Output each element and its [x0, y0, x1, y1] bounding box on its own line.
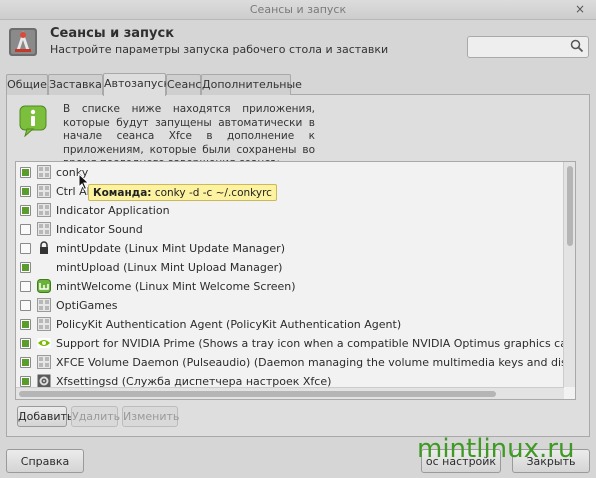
autostart-row[interactable]: OptiGames — [16, 296, 564, 315]
lock-icon — [37, 241, 51, 255]
add-button[interactable]: Добавить — [17, 406, 73, 427]
autostart-row[interactable]: mintUpload (Linux Mint Upload Manager) — [16, 258, 564, 277]
close-icon[interactable]: × — [572, 2, 588, 18]
horizontal-scrollbar[interactable] — [16, 387, 564, 399]
autostart-row[interactable]: mintWelcome (Linux Mint Welcome Screen) — [16, 277, 564, 296]
autostart-row[interactable]: XFCE Volume Daemon (Pulseaudio) (Daemon … — [16, 353, 575, 372]
enable-checkbox[interactable] — [20, 205, 31, 216]
tab-screensaver[interactable]: Заставка — [48, 74, 103, 95]
app-label: mintUpload (Linux Mint Upload Manager) — [56, 261, 283, 274]
title-bar[interactable]: Сеансы и запуск × — [0, 0, 596, 20]
page-subtitle: Настройте параметры запуска рабочего сто… — [50, 43, 389, 56]
enable-checkbox[interactable] — [20, 357, 31, 368]
app-label: mintUpdate (Linux Mint Update Manager) — [56, 242, 285, 255]
info-icon — [19, 105, 47, 137]
app-label: Indicator Application — [56, 204, 170, 217]
watermark-logo: mintlinux.ru — [417, 434, 575, 464]
app-label: mintWelcome (Linux Mint Welcome Screen) — [56, 280, 296, 293]
edit-button[interactable]: Изменить — [122, 406, 179, 427]
app-label: Support for NVIDIA Prime (Shows a tray i… — [56, 337, 575, 350]
enable-checkbox[interactable] — [20, 300, 31, 311]
autostart-row[interactable]: conky — [16, 163, 564, 182]
enable-checkbox[interactable] — [20, 243, 31, 254]
app-label: XFCE Volume Daemon (Pulseaudio) (Daemon … — [56, 356, 575, 369]
autostart-row[interactable]: mintUpdate (Linux Mint Update Manager) — [16, 239, 564, 258]
vertical-scroll-thumb[interactable] — [567, 166, 573, 246]
app-label: PolicyKit Authentication Agent (PolicyKi… — [56, 318, 402, 331]
enable-checkbox[interactable] — [20, 224, 31, 235]
tooltip-label: Команда: — [93, 187, 152, 199]
generic-app-icon — [37, 222, 51, 236]
enable-checkbox[interactable] — [20, 376, 31, 387]
generic-app-icon — [37, 184, 51, 198]
vertical-scrollbar[interactable] — [563, 162, 575, 387]
generic-app-icon — [37, 317, 51, 331]
app-label: OptiGames — [56, 299, 118, 312]
remove-button[interactable]: Удалить — [71, 406, 120, 427]
tab-advanced[interactable]: Дополнительные — [201, 74, 302, 95]
tooltip-command: conky -d -c ~/.conkyrc — [154, 187, 272, 199]
tab-general[interactable]: Общие — [6, 74, 48, 95]
autostart-row[interactable]: Indicator Sound — [16, 220, 564, 239]
command-tooltip: Команда: conky -d -c ~/.conkyrc — [88, 184, 277, 201]
enable-checkbox[interactable] — [20, 338, 31, 349]
search-icon — [570, 39, 584, 53]
generic-app-icon — [37, 298, 51, 312]
app-label: Indicator Sound — [56, 223, 143, 236]
autostart-row[interactable]: PolicyKit Authentication Agent (PolicyKi… — [16, 315, 564, 334]
session-app-icon — [9, 28, 37, 56]
generic-app-icon — [37, 355, 51, 369]
enable-checkbox[interactable] — [20, 262, 31, 273]
page-title: Сеансы и запуск — [50, 26, 175, 41]
mint-logo-icon — [37, 279, 51, 293]
tab-autostart[interactable]: Автозапуск — [103, 73, 170, 96]
horizontal-scroll-thumb[interactable] — [19, 391, 496, 397]
enable-checkbox[interactable] — [20, 186, 31, 197]
settings-icon — [37, 374, 51, 388]
nvidia-icon — [37, 336, 51, 350]
help-button[interactable]: Справка — [6, 449, 84, 473]
mouse-cursor-icon — [78, 173, 90, 191]
search-input[interactable] — [467, 36, 589, 58]
tab-session[interactable]: Сеанс — [166, 74, 201, 95]
enable-checkbox[interactable] — [20, 281, 31, 292]
session-startup-window: Сеансы и запуск × Сеансы и запуск Настро… — [0, 0, 596, 478]
generic-app-icon — [37, 165, 51, 179]
window-title: Сеансы и запуск — [249, 3, 347, 16]
autostart-row[interactable]: Support for NVIDIA Prime (Shows a tray i… — [16, 334, 575, 353]
enable-checkbox[interactable] — [20, 167, 31, 178]
autostart-row[interactable]: Indicator Application — [16, 201, 564, 220]
generic-app-icon — [37, 203, 51, 217]
enable-checkbox[interactable] — [20, 319, 31, 330]
